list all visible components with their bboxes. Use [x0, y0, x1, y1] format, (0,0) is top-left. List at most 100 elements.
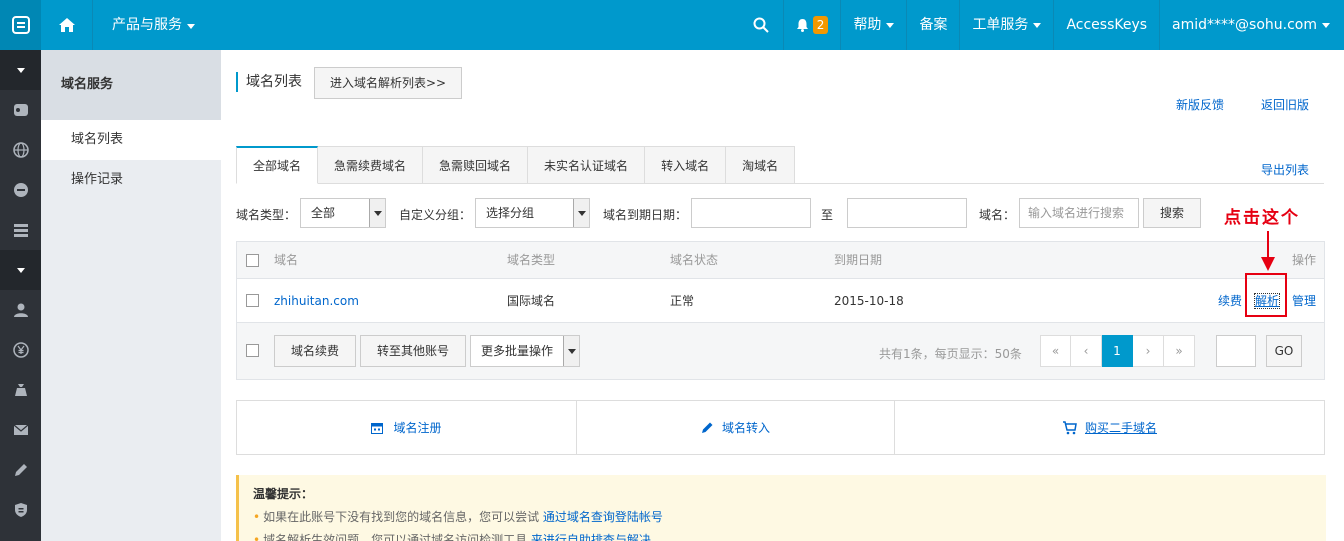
group-label: 自定义分组：	[399, 208, 472, 222]
rail-item-storage[interactable]	[0, 210, 41, 250]
transfer-account-button[interactable]: 转至其他账号	[360, 335, 466, 367]
batch-ops-value: 更多批量操作	[481, 344, 554, 358]
tips-line-2-link[interactable]: 来进行自助排查与解决	[531, 533, 651, 541]
old-version-link[interactable]: 返回旧版	[1261, 96, 1309, 113]
database-icon	[13, 224, 28, 237]
domain-tabs: 全部域名 急需续费域名 急需赎回域名 未实名认证域名 转入域名 淘域名	[236, 146, 1324, 184]
products-menu[interactable]: 产品与服务	[112, 0, 195, 50]
tips-line-2: • 域名解析生效问题，您可以通过域名访问检测工具 来进行自助排查与解决	[253, 531, 1312, 541]
rail-item-messages[interactable]	[0, 410, 41, 450]
chevron-down-icon	[563, 336, 579, 366]
rail-item-dns[interactable]	[0, 170, 41, 210]
page-first-button[interactable]: «	[1040, 335, 1071, 367]
domain-table: 域名 域名类型 域名状态 到期日期 操作 zhihuitan.com 国际域名 …	[236, 241, 1325, 380]
renew-link[interactable]: 续费	[1218, 279, 1242, 323]
domain-search-label: 域名：	[979, 208, 1016, 222]
transfer-in-button[interactable]: 域名转入	[577, 401, 895, 454]
row-checkbox[interactable]	[246, 294, 259, 307]
tab-all-domains[interactable]: 全部域名	[236, 146, 319, 184]
quick-actions: 域名注册 域名转入 购买二手域名	[236, 400, 1325, 455]
tickets-menu[interactable]: 工单服务	[959, 0, 1053, 50]
col-domain: 域名	[274, 253, 299, 267]
accesskeys-label: AccessKeys	[1066, 17, 1148, 33]
page-go-button[interactable]: GO	[1266, 335, 1302, 367]
footer-select-all-checkbox[interactable]	[246, 344, 259, 357]
rail-item-billing[interactable]	[0, 330, 41, 370]
domain-name-link[interactable]: zhihuitan.com	[274, 279, 359, 323]
buy-second-hand-button[interactable]: 购买二手域名	[895, 401, 1324, 454]
annotation-highlight-box	[1245, 273, 1287, 317]
page-prev-button[interactable]: ‹	[1071, 335, 1102, 367]
subnav-item-domain-list[interactable]: 域名列表	[41, 120, 221, 160]
accesskeys-link[interactable]: AccessKeys	[1053, 0, 1159, 50]
register-domain-button[interactable]: 域名注册	[237, 401, 577, 454]
group-select[interactable]: 选择分组	[475, 198, 590, 228]
rail-item-edit[interactable]	[0, 450, 41, 490]
rail-item-security[interactable]	[0, 490, 41, 530]
chevron-down-icon	[16, 267, 25, 273]
home-button[interactable]	[41, 0, 93, 50]
table-footer: 域名续费 转至其他账号 更多批量操作 共有1条，每页显示：50条 « ‹ 1 ›…	[237, 323, 1324, 379]
rail-item-account[interactable]	[0, 290, 41, 330]
logo-icon	[11, 16, 30, 34]
beian-link[interactable]: 备案	[906, 0, 959, 50]
export-list-link[interactable]: 导出列表	[1261, 161, 1309, 178]
feedback-link[interactable]: 新版反馈	[1176, 96, 1224, 113]
top-navbar: 产品与服务 2 帮助 备案 工单服务 AccessKeys amid****@s…	[0, 0, 1344, 50]
bulk-renew-button[interactable]: 域名续费	[274, 335, 356, 367]
rail-item-cost[interactable]	[0, 370, 41, 410]
chevron-down-icon	[1033, 22, 1042, 28]
domain-service-subnav: 域名服务 域名列表 操作记录	[41, 50, 221, 541]
notification-count-badge: 2	[812, 16, 829, 34]
domain-type-select[interactable]: 全部	[300, 198, 386, 228]
console-logo[interactable]	[0, 0, 41, 50]
batch-ops-select[interactable]: 更多批量操作	[470, 335, 580, 367]
expiry-end-input[interactable]	[847, 198, 967, 228]
search-button[interactable]	[739, 0, 783, 50]
account-menu[interactable]: amid****@sohu.com	[1159, 0, 1344, 50]
help-menu[interactable]: 帮助	[840, 0, 906, 50]
dns-list-button[interactable]: 进入域名解析列表>>	[314, 67, 462, 99]
page-last-button[interactable]: »	[1164, 335, 1195, 367]
yen-icon	[12, 342, 29, 358]
rail-collapse-toggle[interactable]	[0, 50, 41, 90]
subnav-item-operation-log[interactable]: 操作记录	[41, 160, 221, 200]
chevron-down-icon	[16, 67, 25, 73]
buy-second-hand-label: 购买二手域名	[1084, 421, 1157, 435]
expiry-start-input[interactable]	[691, 198, 811, 228]
tab-transferred-in[interactable]: 转入域名	[645, 146, 727, 184]
page-jump-input[interactable]	[1216, 335, 1256, 367]
table-row: zhihuitan.com 国际域名 正常 2015-10-18 续费 解析 管…	[237, 279, 1324, 323]
search-button[interactable]: 搜索	[1143, 198, 1201, 228]
bullet-icon: •	[253, 510, 261, 524]
page-1-button[interactable]: 1	[1102, 335, 1133, 367]
col-status: 域名状态	[670, 253, 719, 267]
chevron-down-icon	[187, 24, 195, 29]
notifications-button[interactable]: 2	[782, 0, 841, 50]
tips-line-1-text: 如果在此账号下没有找到您的域名信息，您可以尝试	[263, 510, 540, 524]
tips-line-1-link[interactable]: 通过域名查询登陆帐号	[543, 510, 663, 524]
tab-unverified[interactable]: 未实名认证域名	[528, 146, 646, 184]
pencil-icon	[14, 464, 27, 476]
domain-type-value: 全部	[311, 206, 336, 220]
page-next-button[interactable]: ›	[1133, 335, 1164, 367]
select-all-checkbox[interactable]	[246, 254, 259, 267]
tab-redeem-urgent[interactable]: 急需赎回域名	[423, 146, 529, 184]
domain-search-input[interactable]: 输入域名进行搜索	[1019, 198, 1139, 228]
manage-link[interactable]: 管理	[1292, 279, 1316, 323]
domain-type-cell: 国际域名	[507, 294, 556, 308]
date-to-label: 至	[821, 208, 834, 222]
subnav-title: 域名服务	[41, 50, 221, 120]
home-icon	[58, 18, 75, 32]
products-menu-label: 产品与服务	[112, 17, 182, 33]
rail-item-ecs[interactable]	[0, 90, 41, 130]
server-icon	[13, 104, 28, 116]
money-bag-icon	[14, 384, 27, 396]
arrow-down-icon	[1261, 231, 1275, 271]
tab-taoyuming[interactable]: 淘域名	[726, 146, 796, 184]
page-title: 域名列表	[236, 72, 302, 92]
tab-renew-urgent[interactable]: 急需续费域名	[318, 146, 424, 184]
rail-item-domain[interactable]	[0, 130, 41, 170]
domain-expiry-cell: 2015-10-18	[834, 294, 904, 308]
rail-section-toggle[interactable]	[0, 250, 41, 290]
